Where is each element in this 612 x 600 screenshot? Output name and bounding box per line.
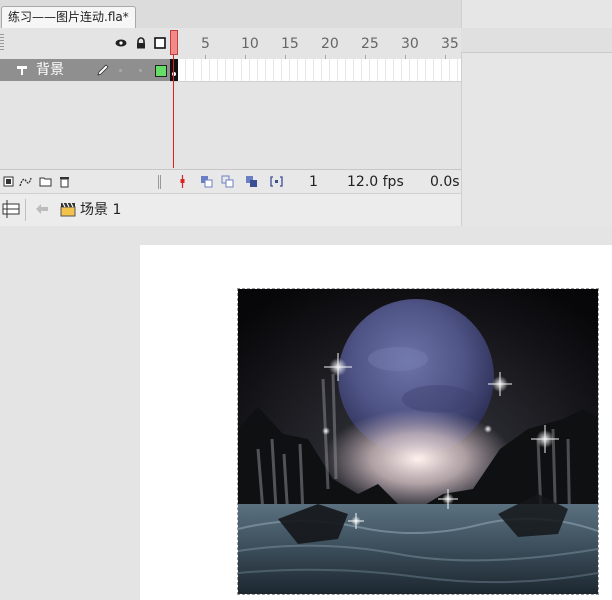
onion-skin-icon[interactable] [200,175,213,188]
layer-name[interactable]: 背景 [36,61,64,79]
center-frame-icon[interactable] [176,175,189,188]
keyframe[interactable] [170,59,178,81]
ruler-label: 5 [201,36,210,52]
frames-row[interactable] [170,59,461,82]
modify-onion-markers-icon[interactable] [270,175,283,188]
layer-outline-color[interactable] [155,65,167,77]
playhead-line [173,55,174,168]
frame-rate[interactable]: 12.0 fps [347,173,404,191]
current-frame: 1 [309,174,318,190]
new-layer-icon[interactable] [3,175,16,188]
elapsed-time: 0.0s [430,174,460,190]
edit-multiple-frames-icon[interactable] [245,175,258,188]
timeline-footer: 1 12.0 fps 0.0s [0,169,461,194]
panel-grip[interactable] [0,34,4,50]
motion-guide-icon[interactable] [19,175,32,188]
back-arrow-icon[interactable] [35,202,49,216]
ruler-label: 25 [361,36,379,52]
footer-grip[interactable] [158,175,162,189]
document-tab-bar: 练习——图片连动.fla* [0,0,461,29]
ruler-label: 30 [401,36,419,52]
ruler-label: 15 [281,36,299,52]
visibility-dot[interactable] [119,69,122,72]
frame-ruler[interactable]: 5 10 15 20 25 30 35 [170,28,461,59]
moon-landscape-image[interactable] [237,288,599,595]
ruler-label: 20 [321,36,339,52]
eye-icon[interactable] [115,37,127,49]
document-tab[interactable]: 练习——图片连动.fla* [1,6,136,28]
lock-dot[interactable] [139,69,142,72]
scene-label[interactable]: 场景 1 [80,201,121,219]
ruler-label: 35 [441,36,459,52]
moon-landscape-graphic [238,289,598,594]
timeline-toggle-icon[interactable] [2,199,20,219]
document-tab-title: 练习——图片连动.fla* [8,10,129,24]
layers-empty-area [0,82,461,169]
toolbar-separator [25,199,26,221]
pencil-icon [97,64,109,76]
folder-icon[interactable] [39,175,52,188]
right-panel-strip [461,28,612,53]
clapperboard-icon [60,202,76,217]
lock-icon[interactable] [135,37,147,49]
edit-bar: 场景 1 [0,193,461,227]
layer-icon [17,66,27,75]
trash-icon[interactable] [58,175,71,188]
onion-skin-outlines-icon[interactable] [221,175,234,188]
ruler-label: 10 [241,36,259,52]
layer-row[interactable]: 背景 [0,59,170,81]
outline-square-icon[interactable] [154,37,166,49]
playhead[interactable] [170,30,178,55]
